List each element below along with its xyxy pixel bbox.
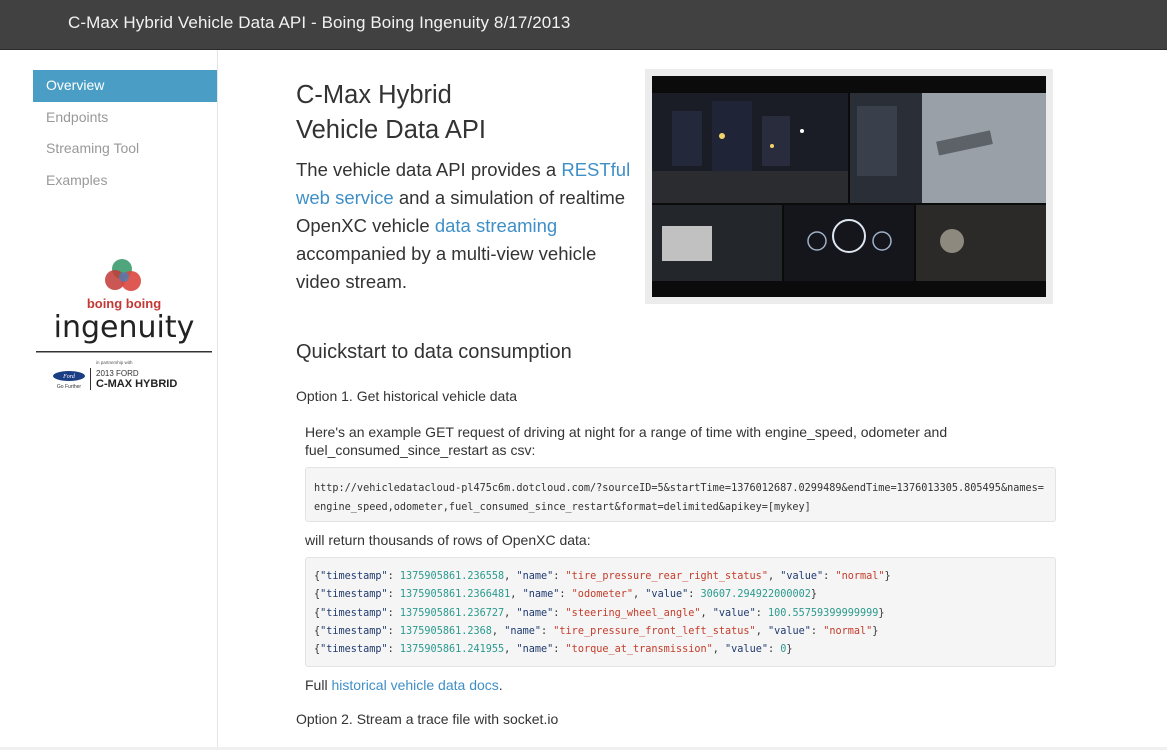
logo-partnership: in partnership with xyxy=(96,360,133,365)
record-value: 100.55759399999999 xyxy=(767,607,879,619)
logo-brand-top: boing boing xyxy=(87,296,161,311)
sidebar-item-examples[interactable]: Examples xyxy=(33,165,217,197)
logo-go-further: Go Further xyxy=(57,384,82,390)
record-name: "tire_pressure_front_left_status" xyxy=(553,625,756,637)
boing-boing-ingenuity-logo: boing boing ingenuity in partnership wit… xyxy=(36,259,212,390)
json-record-line: {"timestamp": 1375905861.2366481, "name"… xyxy=(314,589,818,601)
intro-text-1: The vehicle data API provides a xyxy=(296,159,562,180)
json-record-line: {"timestamp": 1375905861.236558, "name":… xyxy=(314,571,891,582)
historical-vehicle-data-docs-link[interactable]: historical vehicle data docs xyxy=(331,677,498,693)
video-frame xyxy=(652,76,1046,297)
docs-suffix: . xyxy=(498,677,503,693)
multi-view-video-stream[interactable] xyxy=(645,69,1053,304)
sidebar-item-streaming-tool[interactable]: Streaming Tool xyxy=(33,133,217,165)
logo-brand-main: ingenuity xyxy=(54,310,195,345)
page-title-line2: Vehicle Data API xyxy=(296,116,486,144)
record-timestamp: 1375905861.236558 xyxy=(399,571,505,582)
sidebar-nav: Overview Endpoints Streaming Tool Exampl… xyxy=(33,70,217,196)
record-timestamp: 1375905861.2368 xyxy=(399,625,492,637)
option1-heading: Option 1. Get historical vehicle data xyxy=(296,388,518,404)
json-record-line: {"timestamp": 1375905861.241955, "name":… xyxy=(314,644,793,656)
record-value: "normal" xyxy=(823,625,873,637)
returns-text: will return thousands of rows of OpenXC … xyxy=(305,532,591,548)
record-value: 30607.294922000002 xyxy=(700,589,811,601)
sidebar-item-endpoints[interactable]: Endpoints xyxy=(33,102,217,134)
data-streaming-link[interactable]: data streaming xyxy=(435,215,557,236)
record-timestamp: 1375905861.2366481 xyxy=(399,589,511,601)
intro-paragraph: The vehicle data API provides a RESTful … xyxy=(296,156,636,296)
record-timestamp: 1375905861.241955 xyxy=(399,644,505,656)
record-name: "torque_at_transmission" xyxy=(565,644,713,656)
logo-model: C-MAX HYBRID xyxy=(96,378,177,390)
page-header-title: C-Max Hybrid Vehicle Data API - Boing Bo… xyxy=(68,13,571,32)
record-value: "normal" xyxy=(835,571,885,582)
openxc-json-code-block[interactable]: {"timestamp": 1375905861.236558, "name":… xyxy=(305,557,1056,667)
docs-line: Full historical vehicle data docs. xyxy=(305,676,503,694)
example-url-code-block[interactable]: http://vehicledatacloud-pl475c6m.dotclou… xyxy=(305,467,1056,522)
logo-ford: Ford xyxy=(62,374,76,380)
quickstart-heading: Quickstart to data consumption xyxy=(296,341,572,363)
sidebar-item-overview[interactable]: Overview xyxy=(33,70,217,102)
docs-prefix: Full xyxy=(305,677,332,693)
record-timestamp: 1375905861.236727 xyxy=(399,607,505,619)
json-record-line: {"timestamp": 1375905861.236727, "name":… xyxy=(314,607,885,619)
json-record-line: {"timestamp": 1375905861.2368, "name": "… xyxy=(314,625,879,637)
logo-model-year: 2013 FORD xyxy=(96,369,139,378)
option1-description: Here's an example GET request of driving… xyxy=(305,424,948,458)
page-title: C-Max Hybrid Vehicle Data API xyxy=(296,78,596,148)
sidebar: Overview Endpoints Streaming Tool Exampl… xyxy=(0,50,218,750)
intro-text-3: accompanied by a multi-view vehicle vide… xyxy=(296,243,597,292)
page-title-line1: C-Max Hybrid xyxy=(296,81,452,109)
record-name: "steering_wheel_angle" xyxy=(565,607,701,619)
top-bar: C-Max Hybrid Vehicle Data API - Boing Bo… xyxy=(0,0,1167,50)
option2-heading: Option 2. Stream a trace file with socke… xyxy=(296,711,559,727)
record-name: "tire_pressure_rear_right_status" xyxy=(565,571,768,582)
record-name: "odometer" xyxy=(571,589,634,601)
